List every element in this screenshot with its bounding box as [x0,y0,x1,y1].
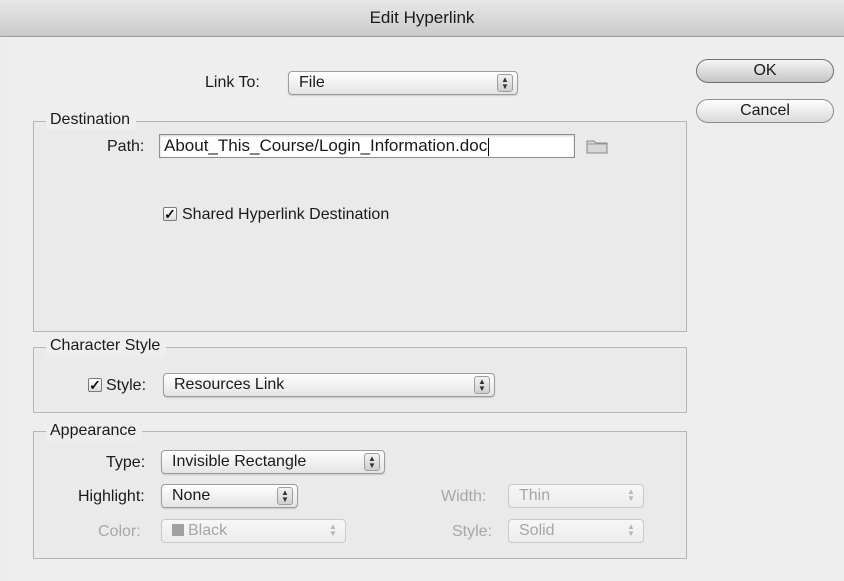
character-style-value: Resources Link [174,376,285,393]
style-label: Style: [106,377,147,394]
link-to-label: Link To: [205,74,260,91]
link-to-select[interactable]: File ▲ ▼ [288,71,518,95]
color-swatch [172,524,184,536]
color-value: Black [188,522,228,539]
color-label: Color: [98,523,141,540]
type-label: Type: [106,454,146,471]
destination-legend: Destination [46,110,137,130]
width-label: Width: [441,488,487,505]
width-select[interactable]: Thin ▲ ▼ [508,484,644,508]
link-to-value: File [299,74,325,91]
width-value: Thin [519,487,551,504]
folder-icon[interactable] [586,138,608,154]
window-title-bar: Edit Hyperlink [0,0,844,37]
border-style-value: Solid [519,522,555,539]
stepper-arrows-icon: ▲ ▼ [627,522,635,538]
stepper-arrows-icon: ▲ ▼ [329,522,337,538]
stepper-arrows-icon: ▲ ▼ [627,487,635,503]
type-select[interactable]: Invisible Rectangle ▲ ▼ [161,450,385,474]
type-value: Invisible Rectangle [172,453,307,470]
cancel-button[interactable]: Cancel [696,99,834,123]
stepper-arrows-icon: ▲ ▼ [277,487,293,505]
highlight-select[interactable]: None ▲ ▼ [161,484,298,508]
checkmark-icon: ✓ [89,377,101,393]
stepper-arrows-icon: ▲ ▼ [497,74,513,92]
path-value: About_This_Course/Login_Information.doc [164,136,488,155]
border-style-select[interactable]: Solid ▲ ▼ [508,519,644,543]
path-input[interactable]: About_This_Course/Login_Information.doc [159,134,575,158]
color-select[interactable]: Black ▲ ▼ [161,519,346,543]
border-style-label: Style: [452,523,493,540]
path-label: Path: [107,138,145,155]
stepper-arrows-icon: ▲ ▼ [474,376,490,394]
edit-hyperlink-dialog: Link To: File ▲ ▼ OK Cancel Destination P… [8,37,842,581]
style-checkbox[interactable]: ✓ [88,378,102,392]
character-style-select[interactable]: Resources Link ▲ ▼ [163,373,495,397]
highlight-label: Highlight: [78,488,145,505]
appearance-legend: Appearance [46,421,143,441]
shared-destination-checkbox[interactable]: ✓ [163,207,177,221]
ok-button[interactable]: OK [696,59,834,83]
text-caret [488,137,490,156]
highlight-value: None [172,487,211,504]
stepper-arrows-icon: ▲ ▼ [364,453,380,471]
checkmark-icon: ✓ [164,206,176,222]
shared-destination-label: Shared Hyperlink Destination [182,206,390,223]
character-style-legend: Character Style [46,336,167,356]
window-title: Edit Hyperlink [369,8,475,27]
